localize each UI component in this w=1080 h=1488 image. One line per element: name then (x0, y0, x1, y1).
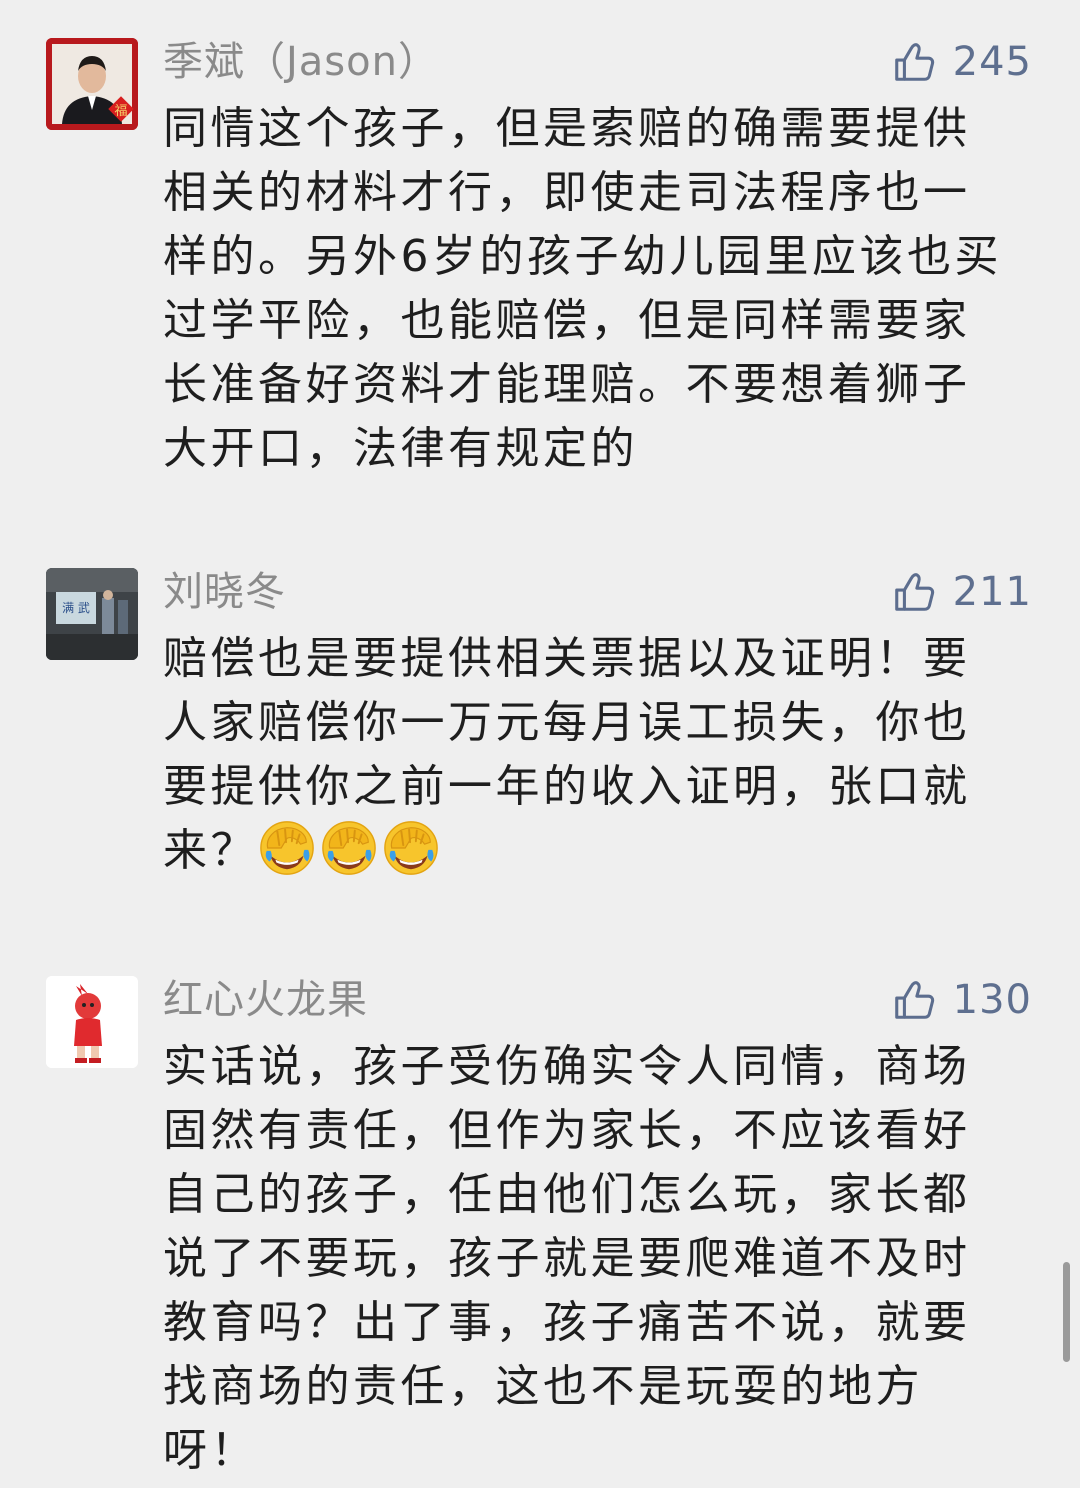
comment-text: 实话说，孩子受伤确实令人同情，商场 固然有责任，但作为家长，不应该看好 自己的孩… (163, 1035, 1023, 1483)
comment-line: 呀！ (163, 1425, 258, 1476)
comment-line: 来？ (163, 819, 1023, 883)
facepalm-cry-emoji (320, 819, 378, 877)
facepalm-cry-emoji (258, 819, 316, 877)
thumbs-up-icon (891, 569, 937, 615)
comment-line: 同情这个孩子，但是索赔的确需要提供 (163, 103, 971, 154)
comment-line: 赔偿也是要提供相关票据以及证明！要 (163, 633, 971, 684)
comment-line: 相关的材料才行，即使走司法程序也一 (163, 167, 971, 218)
username[interactable]: 季斌（Jason） (163, 38, 439, 86)
thumbs-up-icon (891, 977, 937, 1023)
avatar-image (46, 976, 138, 1068)
comment-line: 过学平险，也能赔偿，但是同样需要家 (163, 295, 971, 346)
facepalm-cry-emoji (382, 819, 440, 877)
avatar-image: 福 (46, 38, 138, 130)
svg-text:满 武: 满 武 (62, 601, 90, 615)
avatar-image: 满 武 (46, 568, 138, 660)
comment-text: 同情这个孩子，但是索赔的确需要提供 相关的材料才行，即使走司法程序也一 样的。另… (163, 97, 1023, 481)
comment-line: 人家赔偿你一万元每月误工损失，你也 (163, 697, 971, 748)
avatar[interactable] (46, 976, 138, 1068)
like-count: 130 (952, 977, 1032, 1023)
comment-line: 自己的孩子，任由他们怎么玩，家长都 (163, 1169, 971, 1220)
like-button[interactable]: 130 (891, 976, 1032, 1024)
like-button[interactable]: 211 (891, 568, 1032, 616)
svg-text:福: 福 (114, 104, 127, 119)
comment-line: 找商场的责任，这也不是玩耍的地方 (163, 1361, 923, 1412)
avatar[interactable]: 福 (46, 38, 138, 130)
comment-line: 样的。另外6岁的孩子幼儿园里应该也买 (163, 231, 1002, 282)
comment-line: 大开口，法律有规定的 (163, 423, 638, 474)
comment-line: 教育吗？出了事，孩子痛苦不说，就要 (163, 1297, 971, 1348)
comment-line: 要提供你之前一年的收入证明，张口就 (163, 761, 971, 812)
comment-text: 赔偿也是要提供相关票据以及证明！要 人家赔偿你一万元每月误工损失，你也 要提供你… (163, 627, 1023, 883)
username[interactable]: 红心火龙果 (163, 976, 368, 1024)
comment-line: 实话说，孩子受伤确实令人同情，商场 (163, 1041, 971, 1092)
like-count: 211 (952, 569, 1032, 615)
scrollbar[interactable] (1063, 1262, 1070, 1362)
comment-line: 固然有责任，但作为家长，不应该看好 (163, 1105, 971, 1156)
username[interactable]: 刘晓冬 (163, 568, 286, 616)
avatar[interactable]: 满 武 (46, 568, 138, 660)
like-count: 245 (952, 39, 1032, 85)
like-button[interactable]: 245 (891, 38, 1032, 86)
comment-line-text: 来？ (163, 825, 258, 876)
comment-line: 长准备好资料才能理赔。不要想着狮子 (163, 359, 971, 410)
thumbs-up-icon (891, 39, 937, 85)
comment-line: 说了不要玩，孩子就是要爬难道不及时 (163, 1233, 971, 1284)
